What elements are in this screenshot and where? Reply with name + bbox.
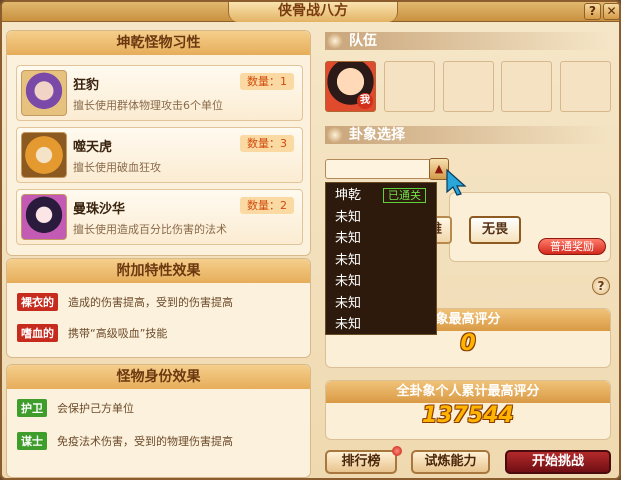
monster-count: 数量：3: [240, 135, 294, 152]
identity-row: 护卫 会保护己方单位: [17, 399, 134, 417]
section-bullet-icon: [327, 33, 343, 49]
team-slot[interactable]: [560, 61, 611, 112]
team-label: 队伍: [349, 33, 377, 49]
gua-dropdown-list: 坤乾 已通关 未知 未知 未知 未知 未知 未知: [325, 182, 437, 335]
monster-habits-title: 坤乾怪物习性: [7, 31, 310, 55]
trial-ability-button[interactable]: 试炼能力: [411, 450, 490, 474]
monster-portrait: [21, 70, 67, 116]
passed-badge: 已通关: [383, 188, 426, 203]
notification-dot-icon: [392, 446, 402, 456]
help-icon[interactable]: ?: [592, 277, 610, 295]
difficulty-button-selected[interactable]: 无畏: [469, 216, 521, 244]
monster-identity-panel: 怪物身份效果 护卫 会保护己方单位 谋士 免疫法术伤害，受到的物理伤害提高: [6, 364, 311, 478]
monster-name: 狂豹: [73, 78, 100, 93]
ranking-button[interactable]: 排行榜: [325, 450, 397, 474]
help-button[interactable]: ?: [584, 3, 601, 20]
trait-text: 携带“高级吸血”技能: [68, 327, 168, 340]
close-button[interactable]: ✕: [603, 3, 619, 20]
monster-desc: 擅长使用造成百分比伤害的法术: [73, 223, 227, 236]
monster-portrait: [21, 194, 67, 240]
monster-card[interactable]: 狂豹 数量：1 擅长使用群体物理攻击6个单位: [16, 65, 303, 121]
monster-name: 曼珠沙华: [73, 202, 126, 217]
monster-name: 噬天虎: [73, 140, 113, 155]
dropdown-option[interactable]: 未知: [326, 207, 436, 229]
logo-watermark: [478, 397, 613, 457]
monster-desc: 擅长使用破血狂攻: [73, 161, 161, 174]
monster-habits-panel: 坤乾怪物习性 狂豹 数量：1 擅长使用群体物理攻击6个单位 噬天虎 数量：3 擅…: [6, 30, 311, 256]
title-bar: 侠骨战八方 ? ✕: [2, 2, 619, 22]
identity-text: 免疫法术伤害，受到的物理伤害提高: [57, 435, 233, 448]
team-slot[interactable]: [501, 61, 552, 112]
trait-row: 嗜血的 携带“高级吸血”技能: [17, 324, 167, 342]
team-slot-me[interactable]: 我: [325, 61, 376, 112]
trait-tag: 嗜血的: [17, 324, 58, 342]
gua-label: 卦象选择: [349, 127, 405, 143]
start-challenge-button[interactable]: 开始挑战: [505, 450, 611, 474]
team-slot[interactable]: [384, 61, 435, 112]
cursor-icon: [446, 168, 467, 196]
dropdown-option[interactable]: 未知: [326, 271, 436, 293]
monster-card[interactable]: 噬天虎 数量：3 擅长使用破血狂攻: [16, 127, 303, 183]
monster-identity-title: 怪物身份效果: [7, 365, 310, 389]
dropdown-option[interactable]: 未知: [326, 314, 436, 336]
gua-select[interactable]: [325, 159, 432, 179]
window-title: 侠骨战八方: [228, 2, 398, 22]
monster-count: 数量：1: [240, 73, 294, 90]
normal-reward-button[interactable]: 普通奖励: [538, 238, 606, 255]
trait-row: 裸衣的 造成的伤害提高，受到的伤害提高: [17, 293, 233, 311]
identity-tag: 谋士: [17, 432, 47, 450]
identity-text: 会保护己方单位: [57, 402, 134, 415]
dropdown-option[interactable]: 坤乾 已通关: [326, 185, 436, 207]
team-slot[interactable]: [443, 61, 494, 112]
team-section-label: 队伍: [325, 32, 610, 50]
identity-row: 谋士 免疫法术伤害，受到的物理伤害提高: [17, 432, 233, 450]
monster-desc: 擅长使用群体物理攻击6个单位: [73, 99, 223, 112]
gua-section-label: 卦象选择: [325, 126, 610, 144]
section-bullet-icon: [327, 127, 343, 143]
trait-tag: 裸衣的: [17, 293, 58, 311]
extra-traits-title: 附加特性效果: [7, 259, 310, 283]
extra-traits-panel: 附加特性效果 裸衣的 造成的伤害提高，受到的伤害提高 嗜血的 携带“高级吸血”技能: [6, 258, 311, 358]
trait-text: 造成的伤害提高，受到的伤害提高: [68, 296, 233, 309]
identity-tag: 护卫: [17, 399, 47, 417]
monster-portrait: [21, 132, 67, 178]
dropdown-option[interactable]: 未知: [326, 293, 436, 315]
dropdown-option-label: 坤乾: [335, 188, 362, 203]
dropdown-option[interactable]: 未知: [326, 228, 436, 250]
dropdown-option[interactable]: 未知: [326, 250, 436, 272]
me-badge: 我: [357, 93, 373, 109]
monster-count: 数量：2: [240, 197, 294, 214]
monster-card[interactable]: 曼珠沙华 数量：2 擅长使用造成百分比伤害的法术: [16, 189, 303, 245]
dialog-window: 侠骨战八方 ? ✕ 坤乾怪物习性 狂豹 数量：1 擅长使用群体物理攻击6个单位 …: [0, 0, 621, 480]
